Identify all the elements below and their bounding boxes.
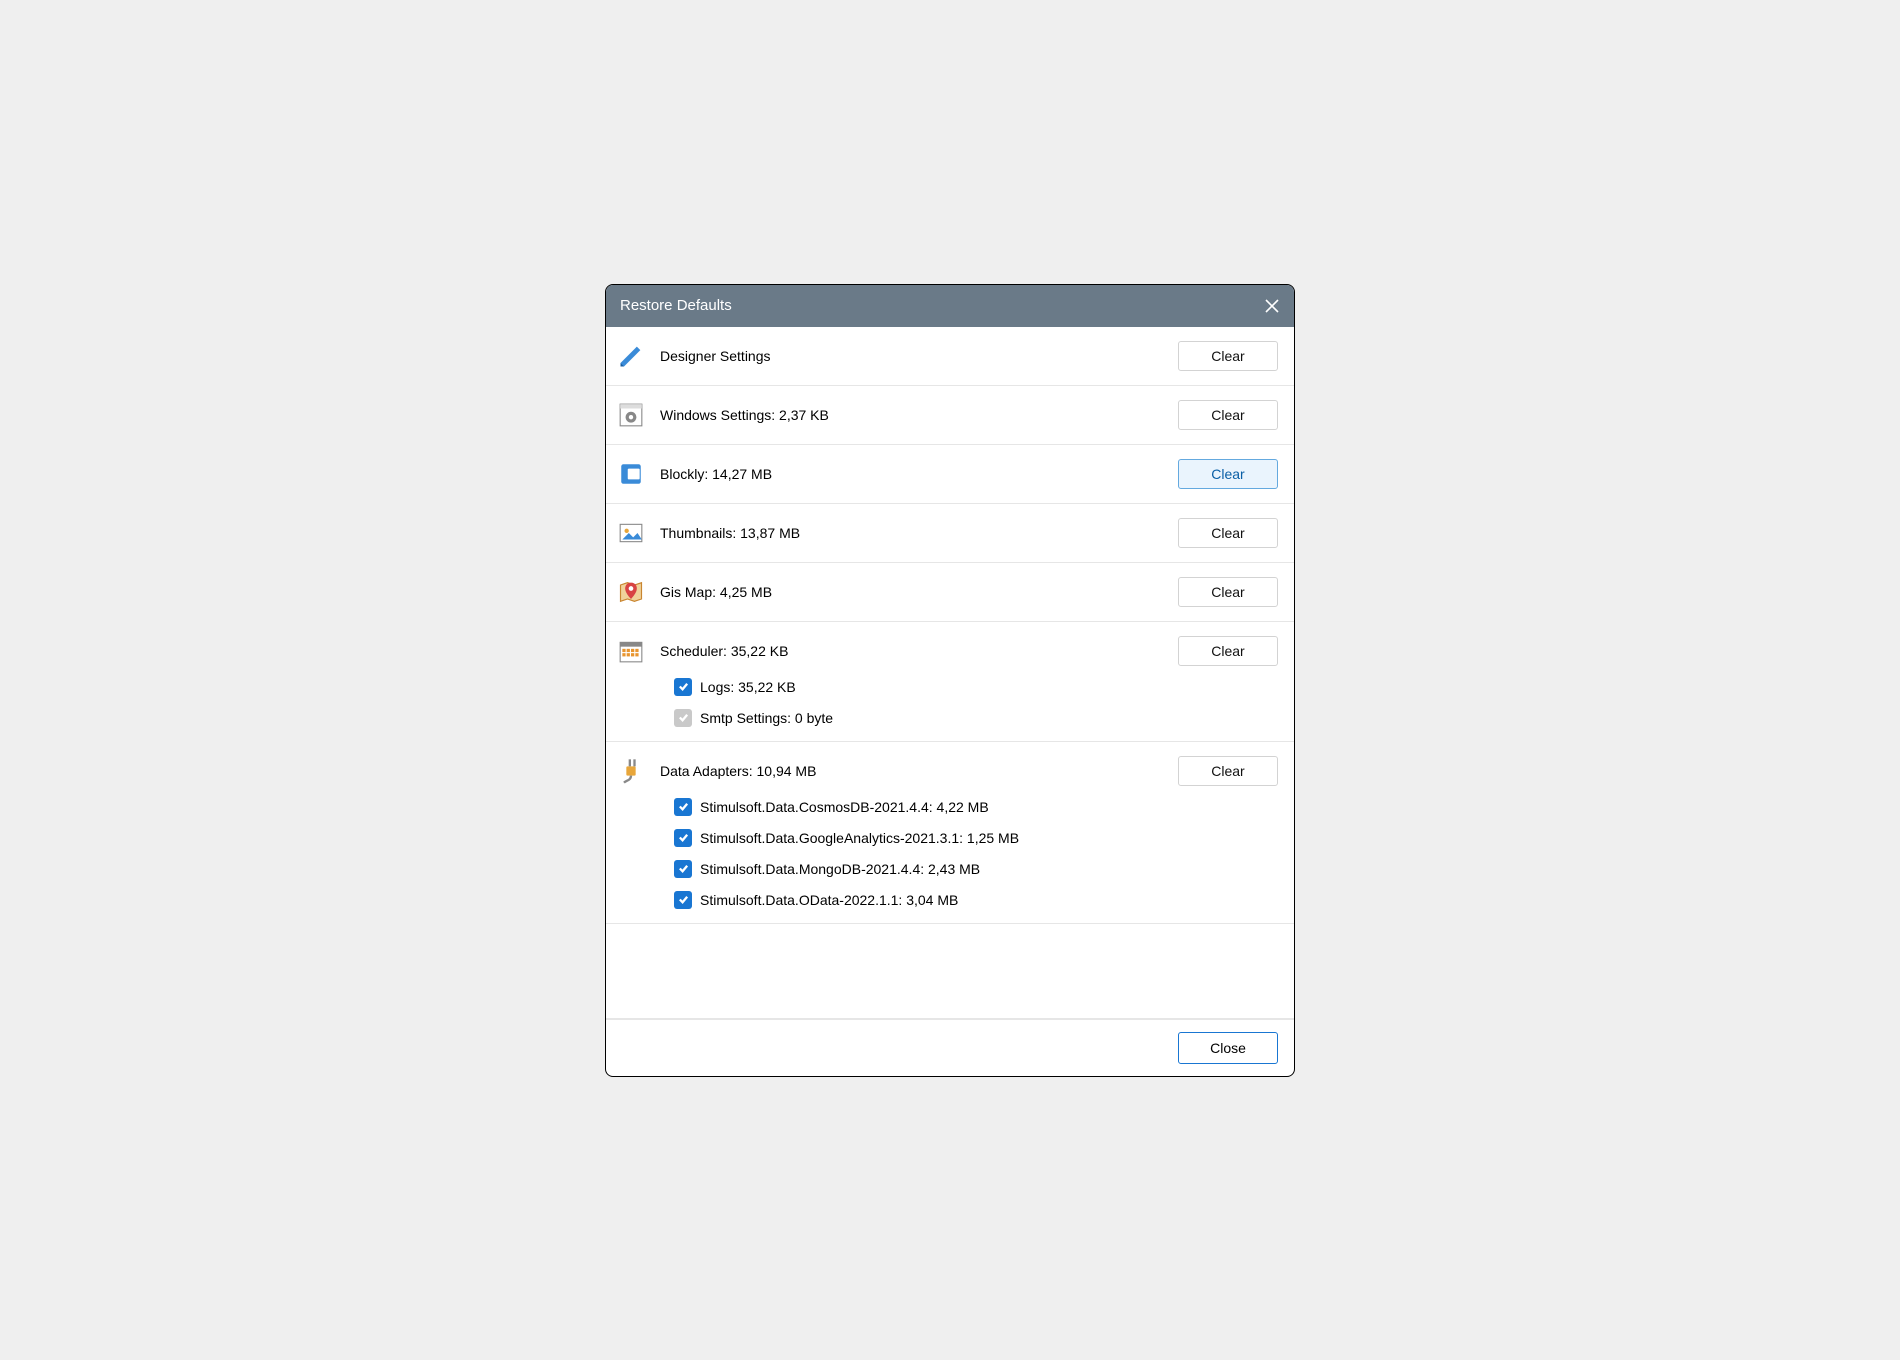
section-thumbnails: Thumbnails: 13,87 MB Clear <box>606 504 1294 563</box>
close-button[interactable]: Close <box>1178 1032 1278 1064</box>
dialog-footer: Close <box>606 1019 1294 1076</box>
dialog-content: Designer Settings Clear Windows Settings… <box>606 327 1294 1019</box>
section-data-adapters: Data Adapters: 10,94 MB Clear Stimulsoft… <box>606 742 1294 924</box>
image-icon <box>616 518 646 548</box>
child-item: Stimulsoft.Data.MongoDB-2021.4.4: 2,43 M… <box>674 860 1278 878</box>
map-pin-icon <box>616 577 646 607</box>
clear-button[interactable]: Clear <box>1178 518 1278 548</box>
section-windows-settings: Windows Settings: 2,37 KB Clear <box>606 386 1294 445</box>
gear-window-icon <box>616 400 646 430</box>
child-label: Stimulsoft.Data.CosmosDB-2021.4.4: 4,22 … <box>700 799 989 815</box>
clear-button[interactable]: Clear <box>1178 400 1278 430</box>
child-label: Stimulsoft.Data.GoogleAnalytics-2021.3.1… <box>700 830 1019 846</box>
clear-button[interactable]: Clear <box>1178 756 1278 786</box>
checkbox-checked[interactable] <box>674 798 692 816</box>
checkbox-checked[interactable] <box>674 891 692 909</box>
section-label: Blockly: 14,27 MB <box>660 466 1164 482</box>
calendar-icon <box>616 636 646 666</box>
clear-button[interactable]: Clear <box>1178 577 1278 607</box>
section-designer-settings: Designer Settings Clear <box>606 327 1294 386</box>
section-label: Designer Settings <box>660 348 1164 364</box>
child-item: Stimulsoft.Data.OData-2022.1.1: 3,04 MB <box>674 891 1278 909</box>
empty-fill <box>606 924 1294 1019</box>
section-label: Thumbnails: 13,87 MB <box>660 525 1164 541</box>
data-adapters-children: Stimulsoft.Data.CosmosDB-2021.4.4: 4,22 … <box>674 798 1278 909</box>
section-label: Data Adapters: 10,94 MB <box>660 763 1164 779</box>
child-item: Stimulsoft.Data.GoogleAnalytics-2021.3.1… <box>674 829 1278 847</box>
child-label: Stimulsoft.Data.MongoDB-2021.4.4: 2,43 M… <box>700 861 980 877</box>
section-label: Gis Map: 4,25 MB <box>660 584 1164 600</box>
clear-button[interactable]: Clear <box>1178 341 1278 371</box>
child-item: Stimulsoft.Data.CosmosDB-2021.4.4: 4,22 … <box>674 798 1278 816</box>
clear-button[interactable]: Clear <box>1178 459 1278 489</box>
dialog-title: Restore Defaults <box>620 297 732 314</box>
child-label: Smtp Settings: 0 byte <box>700 710 833 726</box>
blockly-icon <box>616 459 646 489</box>
checkbox-checked[interactable] <box>674 829 692 847</box>
child-label: Logs: 35,22 KB <box>700 679 796 695</box>
section-gis-map: Gis Map: 4,25 MB Clear <box>606 563 1294 622</box>
restore-defaults-dialog: Restore Defaults Designer Settings Clear… <box>605 284 1295 1077</box>
section-blockly: Blockly: 14,27 MB Clear <box>606 445 1294 504</box>
section-scheduler: Scheduler: 35,22 KB Clear Logs: 35,22 KB… <box>606 622 1294 742</box>
section-label: Scheduler: 35,22 KB <box>660 643 1164 659</box>
section-label: Windows Settings: 2,37 KB <box>660 407 1164 423</box>
dialog-titlebar: Restore Defaults <box>606 285 1294 327</box>
checkbox-checked[interactable] <box>674 678 692 696</box>
clear-button[interactable]: Clear <box>1178 636 1278 666</box>
child-item: Smtp Settings: 0 byte <box>674 709 1278 727</box>
plug-icon <box>616 756 646 786</box>
close-icon[interactable] <box>1264 298 1280 314</box>
scheduler-children: Logs: 35,22 KB Smtp Settings: 0 byte <box>674 678 1278 727</box>
checkbox-checked[interactable] <box>674 860 692 878</box>
child-label: Stimulsoft.Data.OData-2022.1.1: 3,04 MB <box>700 892 958 908</box>
child-item: Logs: 35,22 KB <box>674 678 1278 696</box>
checkbox-disabled <box>674 709 692 727</box>
pencil-icon <box>616 341 646 371</box>
